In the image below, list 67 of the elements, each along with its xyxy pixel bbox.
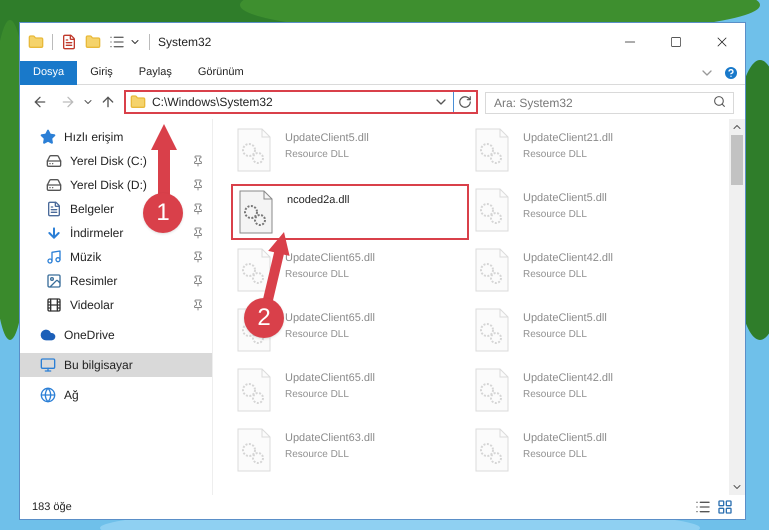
file-type: Resource DLL xyxy=(285,448,350,462)
back-icon[interactable] xyxy=(32,94,48,110)
star-icon xyxy=(40,129,56,145)
view-icon[interactable] xyxy=(109,34,125,50)
nav-item[interactable]: Yerel Disk (C:) xyxy=(70,152,147,170)
file-type: Resource DLL xyxy=(523,268,588,282)
item-count: 183 öğe xyxy=(32,500,72,515)
nav-item[interactable]: Hızlı erişim xyxy=(64,128,124,146)
properties-icon[interactable] xyxy=(61,34,77,50)
drive-icon xyxy=(46,177,62,193)
gear-file-icon xyxy=(237,248,271,292)
nav-item[interactable]: OneDrive xyxy=(64,326,115,344)
music-note-icon xyxy=(46,249,62,265)
gear-file-icon xyxy=(475,308,509,352)
nav-item[interactable]: Yerel Disk (D:) xyxy=(70,176,147,194)
cloud-icon xyxy=(40,327,56,343)
file-type: Resource DLL xyxy=(523,148,588,162)
download-icon xyxy=(46,225,62,241)
ribbon-tab[interactable]: Dosya xyxy=(20,60,78,84)
monitor-icon xyxy=(40,357,56,373)
gear-file-icon xyxy=(475,128,509,172)
file-type: Resource DLL xyxy=(523,208,588,222)
file-type: Resource DLL xyxy=(285,328,350,342)
ribbon-tab[interactable]: Giriş xyxy=(77,60,126,84)
gear-file-icon xyxy=(237,428,271,472)
details-view-icon[interactable] xyxy=(695,499,711,515)
file-type: Resource DLL xyxy=(523,328,588,342)
nav-item[interactable]: Videolar xyxy=(70,296,114,314)
help-icon[interactable] xyxy=(723,64,739,80)
nav-item[interactable]: Ağ xyxy=(64,386,79,404)
large-icons-view-icon[interactable] xyxy=(717,499,733,515)
picture-icon xyxy=(46,273,62,289)
file-type: Resource DLL xyxy=(285,268,350,282)
nav-item[interactable]: Bu bilgisayar xyxy=(64,356,133,374)
refresh-icon[interactable] xyxy=(458,95,472,109)
document-icon xyxy=(46,201,62,217)
gear-file-icon xyxy=(475,428,509,472)
file-type: Resource DLL xyxy=(285,148,350,162)
network-icon xyxy=(40,387,56,403)
gear-file-icon xyxy=(475,368,509,412)
window-title: System32 xyxy=(158,34,212,51)
ribbon-tab[interactable]: Görünüm xyxy=(184,60,257,84)
film-icon xyxy=(46,297,62,313)
gear-file-icon xyxy=(237,368,271,412)
file-type: Resource DLL xyxy=(523,448,588,462)
search-icon[interactable] xyxy=(713,95,726,108)
nav-item[interactable]: Belgeler xyxy=(70,200,114,218)
address-path: C:\Windows\System32 xyxy=(152,94,274,111)
search-field[interactable]: Ara: System32 xyxy=(485,92,734,114)
maximize-icon[interactable] xyxy=(670,36,682,48)
file-type: Resource DLL xyxy=(523,388,588,402)
nav-item[interactable]: İndirmeler xyxy=(70,224,124,242)
file-name[interactable]: ncoded2a.dll xyxy=(287,192,350,208)
gear-file-icon xyxy=(475,248,509,292)
ribbon-tab[interactable]: Paylaş xyxy=(126,60,185,84)
drive-icon xyxy=(46,153,62,169)
gear-file-icon xyxy=(237,128,271,172)
file-type: Resource DLL xyxy=(285,388,350,402)
folder-icon xyxy=(130,94,146,110)
gear-file-icon xyxy=(475,188,509,232)
nav-item[interactable]: Resimler xyxy=(70,272,118,290)
address-bar[interactable]: C:\Windows\System32 xyxy=(124,90,478,114)
scrollbar[interactable] xyxy=(729,119,745,495)
scrollbar-thumb[interactable] xyxy=(731,135,743,185)
nav-item[interactable]: Müzik xyxy=(70,248,102,266)
up-icon[interactable] xyxy=(100,94,116,110)
gear-file-icon xyxy=(239,190,273,234)
